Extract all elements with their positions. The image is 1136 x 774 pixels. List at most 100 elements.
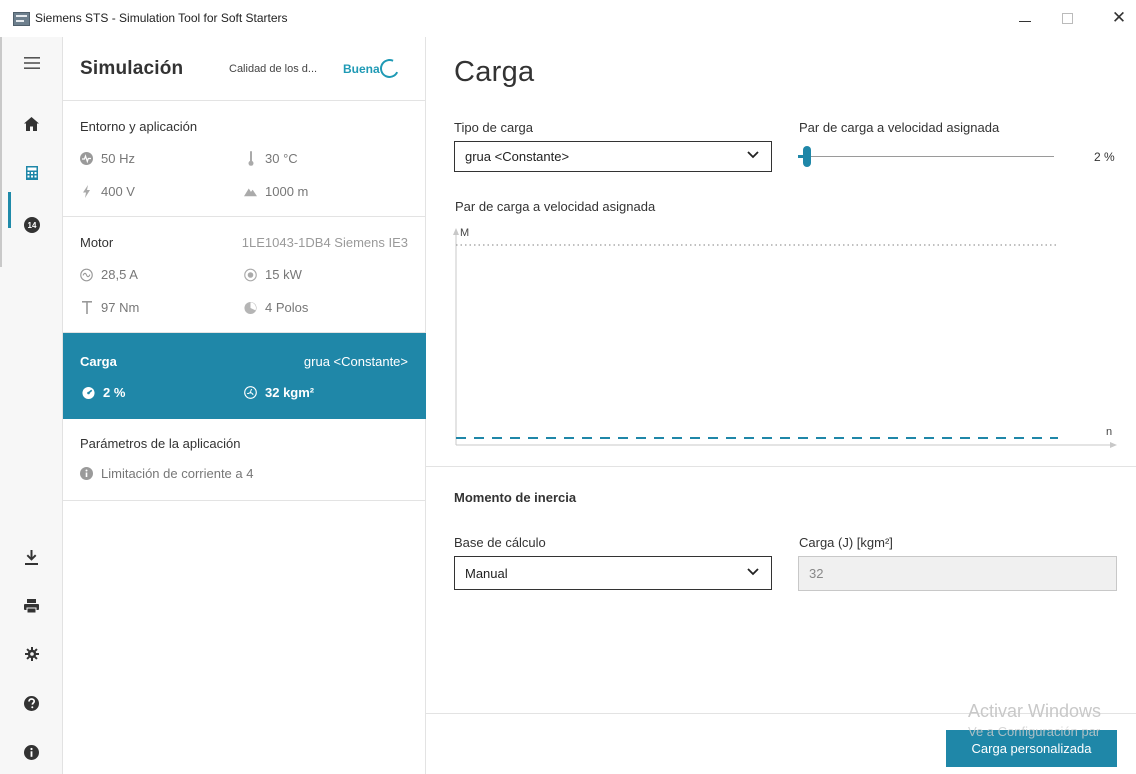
load-inertia-spec: 32 kgm²	[244, 385, 314, 400]
minimize-button[interactable]	[1010, 6, 1040, 30]
simulation-title: Simulación	[80, 58, 184, 79]
section-environment[interactable]: Entorno y aplicación 50 Hz 30 °C 400 V 1…	[63, 101, 426, 217]
power-spec: 15 kW	[244, 267, 302, 282]
torque-slider-value: 2 %	[1094, 150, 1115, 164]
gauge-icon	[82, 386, 95, 399]
simulation-panel: Simulación Calidad de los d... Buena Ent…	[63, 37, 426, 774]
section-motor[interactable]: Motor 1LE1043-1DB4 Siemens IE3 28,5 A 15…	[63, 217, 426, 333]
load-j-value: 32	[809, 566, 824, 581]
altitude-spec: 1000 m	[244, 184, 308, 199]
load-type-label: Tipo de carga	[454, 120, 534, 135]
load-torque-spec: 2 %	[82, 385, 125, 400]
activation-watermark-sub: Ve a Configuración par	[968, 724, 1101, 739]
quality-progress-icon	[377, 56, 402, 81]
rail-edge	[0, 37, 2, 267]
lightning-icon	[80, 185, 93, 198]
badge-14-text: 14	[27, 221, 36, 230]
maximize-button[interactable]	[1052, 6, 1082, 30]
load-type-dropdown[interactable]: grua <Constante>	[454, 141, 772, 172]
badge-14-icon: 14	[23, 217, 40, 233]
download-icon	[25, 549, 38, 565]
chevron-down-icon	[747, 568, 759, 576]
current-limit-spec: Limitación de corriente a 4	[80, 466, 253, 481]
load-content-panel: Carga Tipo de carga grua <Constante> Par…	[426, 37, 1136, 774]
help-button[interactable]	[0, 683, 63, 723]
load-torque-value: 2 %	[103, 385, 126, 400]
calc-basis-selected: Manual	[465, 565, 508, 581]
menu-button[interactable]	[0, 43, 63, 83]
printer-icon	[24, 599, 39, 613]
power-value: 15 kW	[265, 267, 302, 282]
calculator-icon	[25, 166, 38, 180]
help-icon	[24, 695, 39, 711]
navigation-rail: 14	[0, 37, 63, 774]
current-value: 28,5 A	[101, 267, 138, 282]
gear-icon	[24, 647, 39, 661]
data-quality-label: Calidad de los d...	[229, 63, 318, 75]
app-logo-icon	[13, 12, 30, 26]
poles-icon	[244, 301, 257, 314]
activation-watermark: Activar Windows	[968, 701, 1102, 721]
section-application-title: Parámetros de la aplicación	[80, 436, 241, 451]
voltage-value: 400 V	[101, 184, 135, 199]
hamburger-menu-icon	[23, 57, 40, 69]
close-button[interactable]: ✕	[1104, 6, 1134, 30]
chart-title: Par de carga a velocidad asignada	[455, 199, 656, 214]
section-environment-title: Entorno y aplicación	[80, 119, 198, 134]
data-quality-value: Buena	[343, 62, 380, 76]
simulation-header: Simulación Calidad de los d... Buena	[63, 37, 426, 101]
section-load-title: Carga	[80, 354, 117, 369]
calculator-button[interactable]	[0, 153, 63, 193]
info-circle-icon	[80, 467, 93, 480]
window-title: Siemens STS - Simulation Tool for Soft S…	[35, 11, 288, 25]
motor-model: 1LE1043-1DB4 Siemens IE3	[241, 235, 408, 250]
title-bar: Siemens STS - Simulation Tool for Soft S…	[0, 0, 1136, 37]
load-type-selected: grua <Constante>	[465, 149, 570, 164]
info-button[interactable]	[0, 732, 63, 772]
fan-icon	[244, 386, 257, 399]
thermometer-icon	[244, 151, 257, 166]
torque-icon	[80, 301, 93, 314]
print-button[interactable]	[0, 586, 63, 626]
ac-current-icon	[80, 268, 93, 281]
poles-spec: 4 Polos	[244, 300, 308, 315]
page-title: Carga	[454, 56, 535, 88]
voltage-spec: 400 V	[80, 184, 135, 199]
y-axis-label: M	[460, 227, 469, 239]
section-motor-title: Motor	[80, 235, 114, 250]
badge-14-button[interactable]: 14	[0, 205, 63, 245]
torque-slider-thumb[interactable]	[803, 146, 812, 167]
x-axis-label: n	[1106, 426, 1112, 438]
altitude-value: 1000 m	[265, 184, 309, 199]
settings-button[interactable]	[0, 634, 63, 674]
load-j-input[interactable]: 32	[798, 556, 1117, 591]
chevron-down-icon	[747, 151, 759, 159]
frequency-icon	[80, 152, 93, 165]
calc-basis-dropdown[interactable]: Manual	[454, 556, 772, 590]
home-button[interactable]	[0, 104, 63, 144]
x-axis-arrow	[1110, 442, 1117, 448]
current-limit-value: Limitación de corriente a 4	[101, 466, 254, 481]
load-type-summary: grua <Constante>	[303, 354, 408, 369]
download-button[interactable]	[0, 537, 63, 577]
poles-value: 4 Polos	[265, 300, 309, 315]
y-axis-arrow	[453, 228, 459, 235]
torque-spec: 97 Nm	[80, 300, 139, 315]
torque-slider-track[interactable]	[799, 156, 1054, 157]
mountain-icon	[244, 185, 257, 198]
section-load[interactable]: Carga grua <Constante> 2 % 32 kgm²	[63, 333, 426, 419]
frequency-spec: 50 Hz	[80, 151, 135, 166]
load-inertia-value: 32 kgm²	[265, 385, 315, 400]
torque-label: Par de carga a velocidad asignada	[799, 120, 1000, 135]
info-icon	[24, 744, 39, 760]
temperature-value: 30 °C	[265, 151, 298, 166]
power-icon	[244, 268, 257, 281]
temperature-spec: 30 °C	[244, 151, 298, 166]
calc-basis-label: Base de cálculo	[454, 535, 546, 550]
frequency-value: 50 Hz	[101, 151, 135, 166]
section-application-parameters[interactable]: Parámetros de la aplicación Limitación d…	[63, 419, 426, 501]
home-icon	[24, 117, 39, 131]
current-spec: 28,5 A	[80, 267, 138, 282]
load-j-label: Carga (J) [kgm²]	[799, 535, 893, 550]
section-divider	[426, 466, 1136, 467]
